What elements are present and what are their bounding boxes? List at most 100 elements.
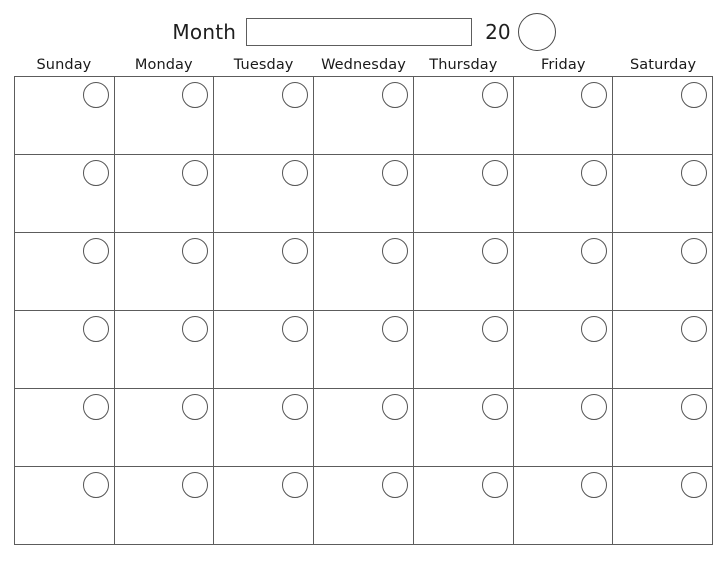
- date-number-circle[interactable]: [681, 82, 708, 108]
- calendar-day-cell-wednesday-week3[interactable]: [314, 233, 414, 311]
- calendar-day-cell-saturday-week3[interactable]: [613, 233, 714, 311]
- calendar-week-row: [15, 77, 714, 155]
- calendar-day-cell-wednesday-week1[interactable]: [314, 77, 414, 155]
- date-number-circle[interactable]: [282, 82, 309, 108]
- calendar-day-cell-sunday-week6[interactable]: [15, 467, 115, 545]
- date-number-circle[interactable]: [681, 472, 708, 498]
- weekday-header-row: Sunday Monday Tuesday Wednesday Thursday…: [14, 55, 713, 76]
- date-number-circle[interactable]: [182, 160, 209, 186]
- month-label: Month: [172, 20, 237, 44]
- calendar-day-cell-sunday-week4[interactable]: [15, 311, 115, 389]
- calendar-day-cell-sunday-week3[interactable]: [15, 233, 115, 311]
- calendar-day-cell-tuesday-week4[interactable]: [214, 311, 315, 389]
- date-number-circle[interactable]: [681, 316, 708, 342]
- calendar-day-cell-thursday-week3[interactable]: [413, 233, 514, 311]
- date-number-circle[interactable]: [381, 472, 408, 498]
- date-number-circle[interactable]: [182, 238, 209, 264]
- date-number-circle[interactable]: [481, 316, 508, 342]
- date-number-circle[interactable]: [82, 82, 109, 108]
- calendar-day-cell-wednesday-week4[interactable]: [314, 311, 414, 389]
- date-number-circle[interactable]: [381, 394, 408, 420]
- date-number-circle[interactable]: [381, 238, 408, 264]
- calendar-day-cell-friday-week4[interactable]: [513, 311, 614, 389]
- calendar-day-cell-tuesday-week3[interactable]: [214, 233, 315, 311]
- calendar-day-cell-monday-week2[interactable]: [114, 155, 215, 233]
- date-number-circle[interactable]: [381, 316, 408, 342]
- date-number-circle[interactable]: [282, 316, 309, 342]
- calendar-day-cell-sunday-week5[interactable]: [15, 389, 115, 467]
- date-number-circle[interactable]: [681, 238, 708, 264]
- date-number-circle[interactable]: [481, 472, 508, 498]
- weekday-header-wednesday: Wednesday: [321, 57, 406, 73]
- date-number-circle[interactable]: [282, 160, 309, 186]
- date-number-circle[interactable]: [182, 472, 209, 498]
- date-number-circle[interactable]: [282, 394, 309, 420]
- calendar-day-cell-wednesday-week5[interactable]: [314, 389, 414, 467]
- weekday-header-monday: Monday: [134, 57, 193, 73]
- calendar-day-cell-thursday-week6[interactable]: [413, 467, 514, 545]
- weekday-header-sunday: Sunday: [36, 57, 92, 73]
- calendar-header: Month 20: [0, 10, 728, 54]
- calendar-day-cell-tuesday-week6[interactable]: [214, 467, 315, 545]
- calendar-week-row: [15, 311, 714, 389]
- date-number-circle[interactable]: [581, 472, 608, 498]
- calendar-day-cell-wednesday-week6[interactable]: [314, 467, 414, 545]
- date-number-circle[interactable]: [481, 160, 508, 186]
- date-number-circle[interactable]: [182, 394, 209, 420]
- calendar-day-cell-friday-week1[interactable]: [513, 77, 614, 155]
- calendar-day-cell-friday-week3[interactable]: [513, 233, 614, 311]
- calendar-day-cell-friday-week5[interactable]: [513, 389, 614, 467]
- calendar-day-cell-thursday-week2[interactable]: [413, 155, 514, 233]
- calendar-day-cell-saturday-week5[interactable]: [613, 389, 714, 467]
- calendar-day-cell-wednesday-week2[interactable]: [314, 155, 414, 233]
- date-number-circle[interactable]: [182, 82, 209, 108]
- date-number-circle[interactable]: [82, 238, 109, 264]
- date-number-circle[interactable]: [581, 238, 608, 264]
- calendar-week-row: [15, 467, 714, 545]
- calendar-week-row: [15, 389, 714, 467]
- calendar-day-cell-monday-week4[interactable]: [114, 311, 215, 389]
- date-number-circle[interactable]: [581, 82, 608, 108]
- date-number-circle[interactable]: [282, 238, 309, 264]
- month-input[interactable]: [246, 18, 473, 46]
- date-number-circle[interactable]: [82, 160, 109, 186]
- calendar-day-cell-saturday-week2[interactable]: [613, 155, 714, 233]
- date-number-circle[interactable]: [481, 394, 508, 420]
- calendar-day-cell-thursday-week5[interactable]: [413, 389, 514, 467]
- calendar-day-cell-saturday-week4[interactable]: [613, 311, 714, 389]
- date-number-circle[interactable]: [82, 316, 109, 342]
- calendar-day-cell-monday-week1[interactable]: [114, 77, 215, 155]
- calendar-day-cell-thursday-week1[interactable]: [413, 77, 514, 155]
- calendar-day-cell-friday-week6[interactable]: [513, 467, 614, 545]
- date-number-circle[interactable]: [381, 82, 408, 108]
- date-number-circle[interactable]: [381, 160, 408, 186]
- calendar-day-cell-monday-week3[interactable]: [114, 233, 215, 311]
- calendar-day-cell-friday-week2[interactable]: [513, 155, 614, 233]
- calendar-day-cell-saturday-week6[interactable]: [613, 467, 714, 545]
- date-number-circle[interactable]: [481, 238, 508, 264]
- calendar-day-cell-monday-week5[interactable]: [114, 389, 215, 467]
- calendar-day-cell-saturday-week1[interactable]: [613, 77, 714, 155]
- calendar-day-cell-sunday-week1[interactable]: [15, 77, 115, 155]
- date-number-circle[interactable]: [681, 160, 708, 186]
- year-circle[interactable]: [517, 13, 556, 51]
- date-number-circle[interactable]: [581, 160, 608, 186]
- date-number-circle[interactable]: [681, 394, 708, 420]
- calendar-day-cell-tuesday-week2[interactable]: [214, 155, 315, 233]
- date-number-circle[interactable]: [182, 316, 209, 342]
- calendar-day-cell-monday-week6[interactable]: [114, 467, 215, 545]
- date-number-circle[interactable]: [581, 394, 608, 420]
- calendar-day-cell-tuesday-week1[interactable]: [214, 77, 315, 155]
- weekday-header-friday: Friday: [540, 57, 586, 73]
- date-number-circle[interactable]: [581, 316, 608, 342]
- calendar-week-row: [15, 233, 714, 311]
- calendar-day-cell-thursday-week4[interactable]: [413, 311, 514, 389]
- date-number-circle[interactable]: [481, 82, 508, 108]
- calendar-day-cell-sunday-week2[interactable]: [15, 155, 115, 233]
- calendar-page: Month 20 Sunday Monday Tuesday Wednesday…: [0, 0, 728, 563]
- calendar-day-cell-tuesday-week5[interactable]: [214, 389, 315, 467]
- calendar-grid: [14, 76, 714, 545]
- date-number-circle[interactable]: [282, 472, 309, 498]
- date-number-circle[interactable]: [82, 394, 109, 420]
- date-number-circle[interactable]: [82, 472, 109, 498]
